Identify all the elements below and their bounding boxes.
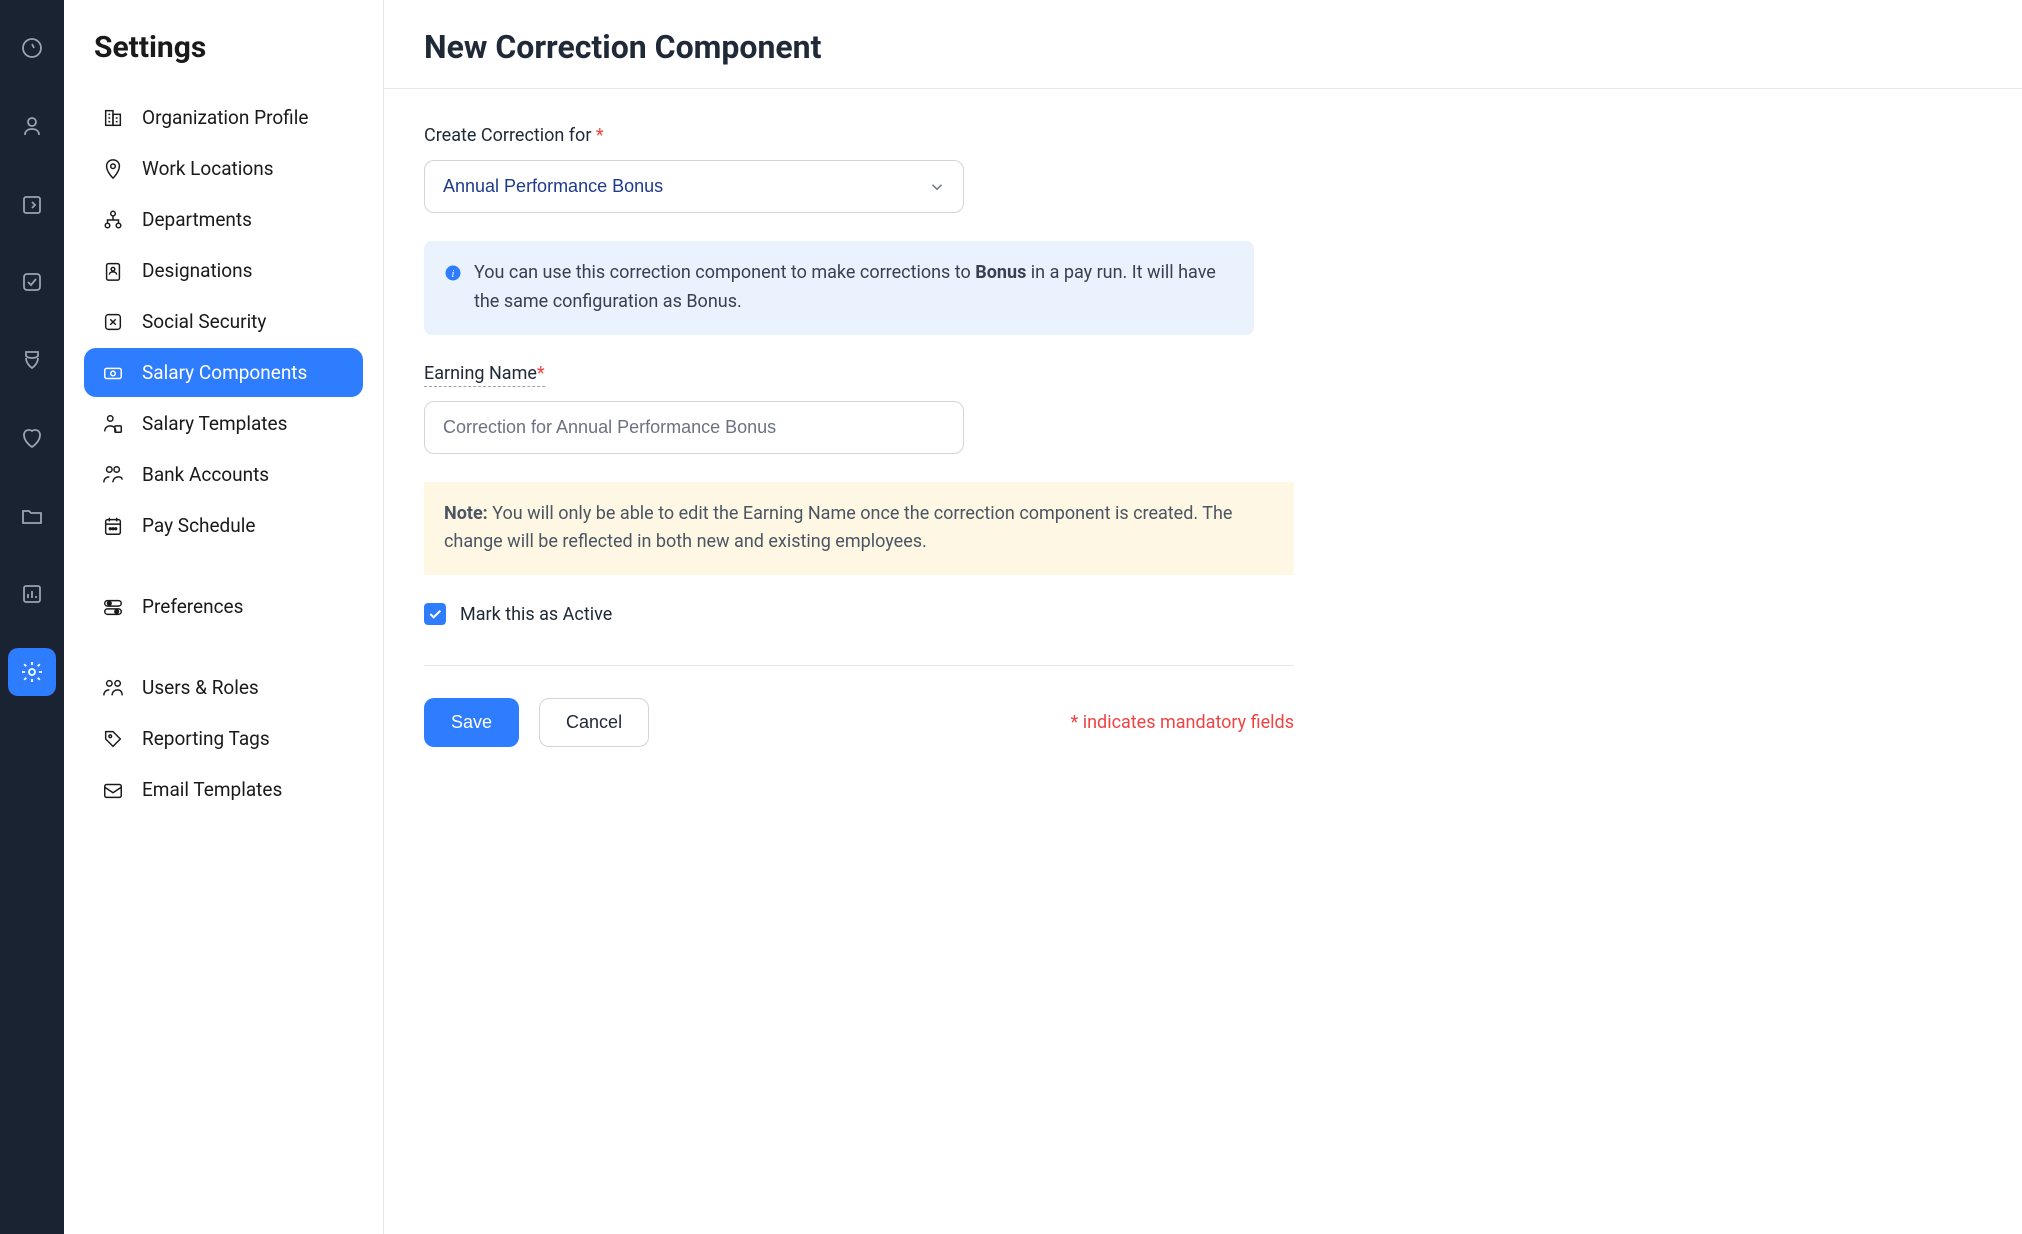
users-icon [102, 677, 124, 699]
main-header: New Correction Component [384, 0, 2022, 89]
sidebar-item-label: Email Templates [142, 778, 282, 801]
badge-icon [102, 260, 124, 282]
sidebar-item-departments[interactable]: Departments [84, 195, 363, 244]
sidebar-item-label: Preferences [142, 595, 243, 618]
sidebar-item-label: Bank Accounts [142, 463, 269, 486]
info-icon: i [444, 263, 462, 281]
nav-rail-reports[interactable] [8, 570, 56, 618]
sidebar-item-organization-profile[interactable]: Organization Profile [84, 93, 363, 142]
main-content: New Correction Component Create Correcti… [384, 0, 2022, 1234]
nav-rail-folder[interactable] [8, 492, 56, 540]
main-body: Create Correction for * i You can use th… [384, 89, 2022, 783]
sidebar-item-label: Designations [142, 259, 252, 282]
active-checkbox-row: Mark this as Active [424, 603, 1982, 625]
sidebar-item-email-templates[interactable]: Email Templates [84, 765, 363, 814]
sidebar-item-label: Organization Profile [142, 106, 308, 129]
hierarchy-icon [102, 209, 124, 231]
correction-for-group: Create Correction for * [424, 125, 1982, 213]
nav-rail [0, 0, 64, 1234]
divider [424, 665, 1294, 666]
calendar-icon [102, 515, 124, 537]
settings-sidebar: Settings Organization Profile Work Locat… [64, 0, 384, 1234]
nav-rail-dashboard[interactable] [8, 24, 56, 72]
sidebar-item-social-security[interactable]: Social Security [84, 297, 363, 346]
footer-row: Save Cancel * indicates mandatory fields [424, 698, 1294, 747]
location-icon [102, 158, 124, 180]
correction-for-select-wrap [424, 160, 964, 213]
sidebar-item-salary-templates[interactable]: Salary Templates [84, 399, 363, 448]
sidebar-item-label: Users & Roles [142, 676, 259, 699]
nav-rail-payroll[interactable] [8, 336, 56, 384]
sidebar-item-salary-components[interactable]: Salary Components [84, 348, 363, 397]
nav-rail-heart[interactable] [8, 414, 56, 462]
sidebar-title: Settings [84, 30, 363, 65]
sidebar-item-label: Departments [142, 208, 252, 231]
nav-rail-settings[interactable] [8, 648, 56, 696]
sidebar-item-label: Salary Components [142, 361, 307, 384]
toggle-icon [102, 596, 124, 618]
cancel-button[interactable]: Cancel [539, 698, 649, 747]
building-icon [102, 107, 124, 129]
mandatory-note: * indicates mandatory fields [1071, 712, 1294, 733]
sidebar-item-reporting-tags[interactable]: Reporting Tags [84, 714, 363, 763]
money-icon [102, 362, 124, 384]
sidebar-item-label: Work Locations [142, 157, 274, 180]
sidebar-item-designations[interactable]: Designations [84, 246, 363, 295]
earning-name-input[interactable] [424, 401, 964, 454]
correction-for-label: Create Correction for * [424, 125, 604, 146]
sidebar-item-users-roles[interactable]: Users & Roles [84, 663, 363, 712]
bank-icon [102, 464, 124, 486]
earning-name-group: Earning Name* [424, 363, 1982, 454]
sidebar-item-pay-schedule[interactable]: Pay Schedule [84, 501, 363, 550]
tag-icon [102, 728, 124, 750]
nav-rail-check[interactable] [8, 258, 56, 306]
nav-rail-calendar[interactable] [8, 180, 56, 228]
email-icon [102, 779, 124, 801]
active-checkbox-label: Mark this as Active [460, 604, 612, 625]
sidebar-item-label: Pay Schedule [142, 514, 255, 537]
nav-rail-people[interactable] [8, 102, 56, 150]
sidebar-item-bank-accounts[interactable]: Bank Accounts [84, 450, 363, 499]
save-button[interactable]: Save [424, 698, 519, 747]
earning-name-label: Earning Name* [424, 363, 545, 387]
sidebar-item-work-locations[interactable]: Work Locations [84, 144, 363, 193]
correction-for-select[interactable] [424, 160, 964, 213]
shield-icon [102, 311, 124, 333]
active-checkbox[interactable] [424, 603, 446, 625]
sidebar-item-preferences[interactable]: Preferences [84, 582, 363, 631]
info-box: i You can use this correction component … [424, 241, 1254, 335]
svg-text:i: i [452, 269, 455, 280]
sidebar-item-label: Social Security [142, 310, 266, 333]
page-title: New Correction Component [424, 28, 1982, 66]
sidebar-item-label: Salary Templates [142, 412, 287, 435]
sidebar-items: Organization Profile Work Locations Depa… [84, 93, 363, 814]
template-icon [102, 413, 124, 435]
info-text: You can use this correction component to… [474, 259, 1234, 317]
note-box: Note: You will only be able to edit the … [424, 482, 1294, 576]
sidebar-item-label: Reporting Tags [142, 727, 270, 750]
